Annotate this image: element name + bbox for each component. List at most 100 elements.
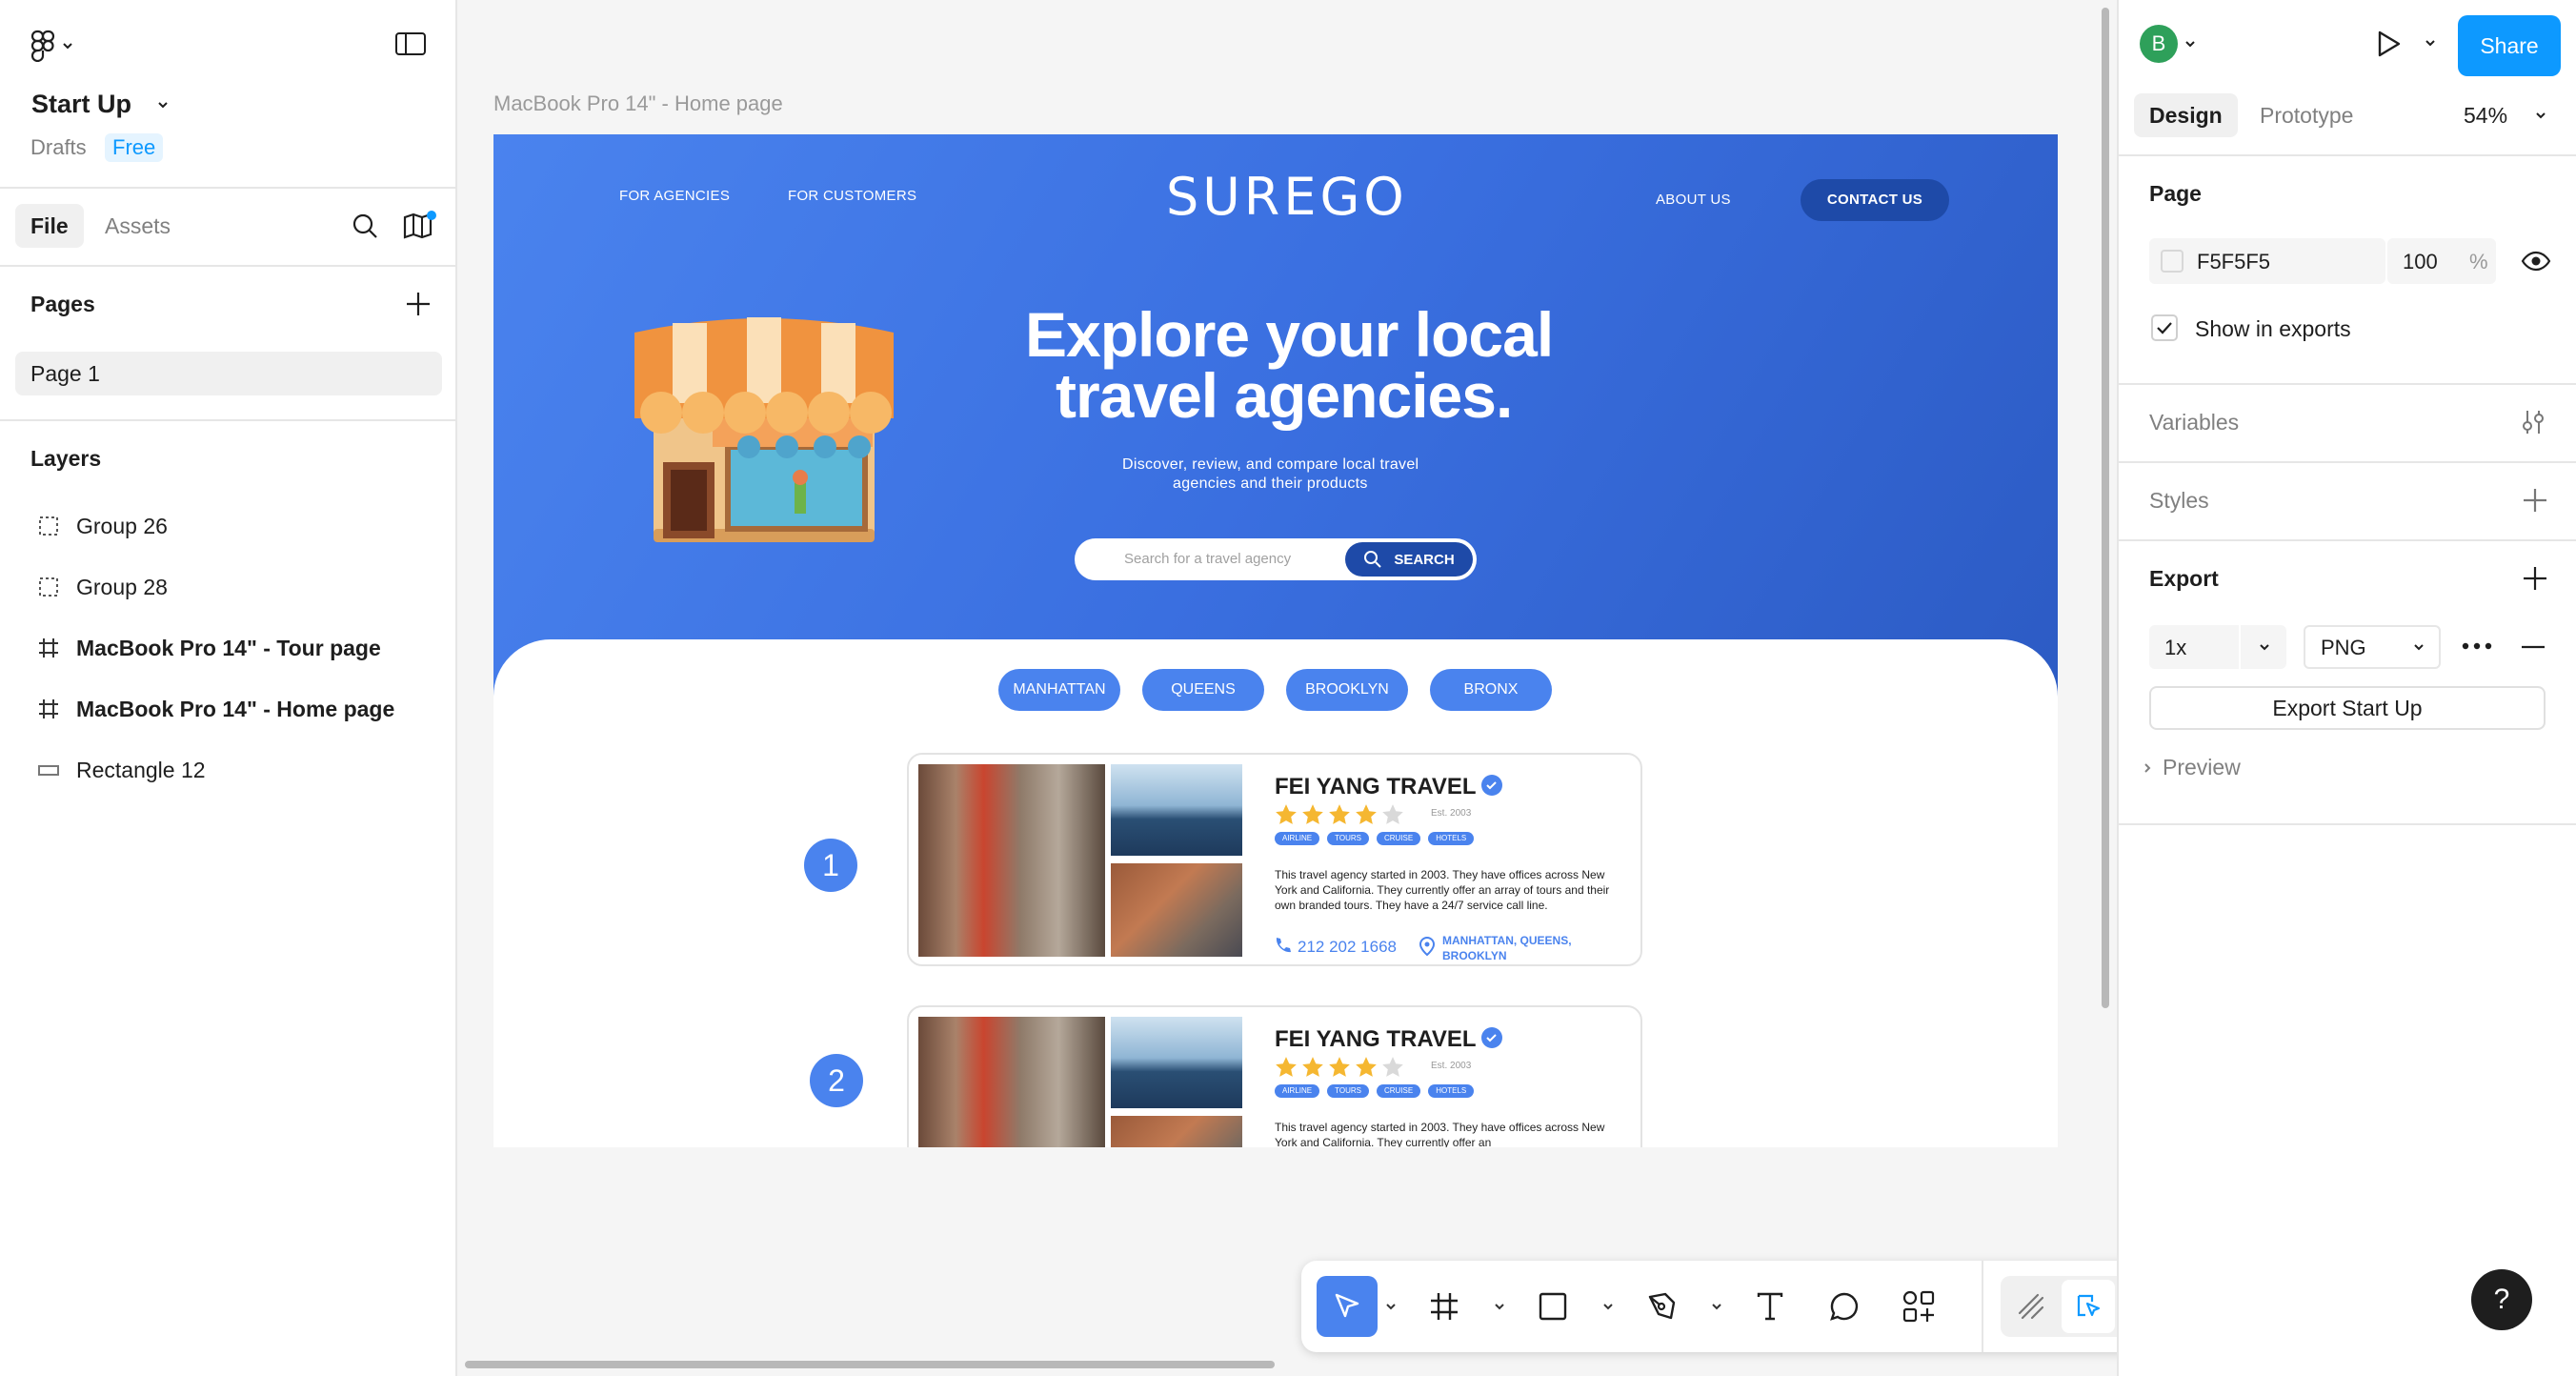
frame-tool[interactable] [1414, 1276, 1475, 1337]
avatar-button[interactable]: B [2140, 25, 2197, 63]
borough-brooklyn[interactable]: BROOKLYN [1286, 669, 1408, 711]
nav-for-agencies[interactable]: FOR AGENCIES [619, 188, 730, 204]
design-mode[interactable] [2062, 1280, 2115, 1333]
home-page-frame[interactable]: FOR AGENCIES FOR CUSTOMERS SUREGO ABOUT … [493, 134, 2058, 1147]
frame-tool-dropdown[interactable] [1490, 1276, 1509, 1337]
search-button[interactable]: SEARCH [1345, 542, 1473, 577]
pen-tool-dropdown[interactable] [1707, 1276, 1726, 1337]
export-format-select[interactable]: PNG [2304, 625, 2441, 669]
hero-headline-line-2: travel agencies. [1056, 360, 1513, 431]
chevron-down-icon [1495, 1304, 1504, 1310]
frame-label[interactable]: MacBook Pro 14" - Home page [493, 91, 783, 116]
search-input[interactable]: Search for a travel agency [1124, 551, 1291, 567]
shape-tool[interactable] [1522, 1276, 1583, 1337]
present-button[interactable] [2372, 29, 2403, 59]
comment-tool[interactable] [1814, 1276, 1875, 1337]
cruise-photo [1111, 1017, 1242, 1108]
cursor-arrow-icon [1335, 1293, 1359, 1318]
comment-icon [1830, 1292, 1859, 1321]
avatar: B [2140, 25, 2178, 63]
location-pin-icon [1419, 936, 1436, 957]
show-in-exports-checkbox[interactable] [2151, 314, 2178, 341]
library-icon[interactable] [402, 210, 436, 240]
page-item[interactable]: Page 1 [15, 352, 442, 395]
zoom-control[interactable]: 54% [2464, 93, 2547, 137]
layer-row[interactable]: Group 26 [0, 496, 455, 556]
file-name-button[interactable]: Start Up [31, 90, 170, 119]
minus-icon [2522, 645, 2545, 649]
scribble-icon [2018, 1293, 2044, 1320]
borough-queens[interactable]: QUEENS [1142, 669, 1264, 711]
text-tool[interactable] [1740, 1276, 1801, 1337]
agency-phone[interactable]: 212 202 1668 [1298, 938, 1397, 957]
draw-mode[interactable] [2004, 1280, 2058, 1333]
tab-assets[interactable]: Assets [105, 204, 171, 248]
plus-icon [2524, 567, 2546, 590]
add-export-button[interactable] [2521, 564, 2549, 593]
right-panel: B Share Design Prototype 54% Page F5F5F5… [2117, 0, 2576, 1376]
page-color-value[interactable]: F5F5F5 [2197, 250, 2270, 274]
visibility-toggle[interactable] [2521, 246, 2551, 276]
sidebar-toggle-icon[interactable] [394, 30, 427, 57]
export-scale-select[interactable]: 1x [2149, 625, 2286, 669]
borough-manhattan[interactable]: MANHATTAN [998, 669, 1120, 711]
agency-card[interactable]: FEI YANG TRAVEL Est. 2003 AIRLINE TOURS … [907, 1005, 1642, 1147]
export-scale-value: 1x [2164, 636, 2187, 659]
plan-badge[interactable]: Free [105, 133, 164, 162]
tag-cruise: CRUISE [1376, 1084, 1421, 1098]
variables-settings-button[interactable] [2519, 408, 2547, 436]
shape-tool-dropdown[interactable] [1599, 1276, 1618, 1337]
pen-tool[interactable] [1631, 1276, 1692, 1337]
canvas[interactable]: MacBook Pro 14" - Home page FOR AGENCIES… [457, 0, 2117, 1376]
star-icon [1276, 1057, 1297, 1077]
share-button[interactable]: Share [2458, 15, 2561, 76]
nav-about-us[interactable]: ABOUT US [1656, 192, 1731, 208]
color-swatch[interactable] [2161, 250, 2184, 273]
vertical-scrollbar[interactable] [2102, 8, 2109, 1008]
layer-row[interactable]: MacBook Pro 14" - Tour page [0, 617, 455, 678]
agency-description: This travel agency started in 2003. They… [1275, 868, 1610, 912]
page-color-field[interactable]: F5F5F5 [2149, 238, 2385, 284]
layer-row[interactable]: Rectangle 12 [0, 739, 455, 800]
store-illustration [634, 314, 894, 548]
export-button[interactable]: Export Start Up [2149, 686, 2546, 730]
tab-prototype[interactable]: Prototype [2260, 93, 2353, 137]
figma-menu-button[interactable] [30, 29, 88, 63]
tab-file[interactable]: File [15, 204, 84, 248]
cruise-photo [1111, 764, 1242, 856]
variables-heading: Variables [2149, 410, 2240, 435]
horizontal-scrollbar[interactable] [465, 1361, 1275, 1368]
layer-row[interactable]: MacBook Pro 14" - Home page [0, 678, 455, 739]
nav-contact-button[interactable]: CONTACT US [1801, 179, 1949, 221]
add-style-button[interactable] [2521, 486, 2549, 515]
styles-heading: Styles [2149, 488, 2209, 513]
agency-locations-line-2: BROOKLYN [1442, 949, 1507, 962]
star-icon [1302, 804, 1323, 824]
add-page-button[interactable] [404, 290, 433, 318]
agency-card[interactable]: FEI YANG TRAVEL Est. 2003 AIRLINE TOURS … [907, 753, 1642, 966]
page-opacity-field[interactable]: 100 % [2387, 238, 2496, 284]
present-dropdown[interactable] [2424, 38, 2437, 48]
star-icon [1356, 1057, 1377, 1077]
search-icon[interactable] [351, 212, 379, 240]
street-photo-2 [1111, 1116, 1242, 1147]
actions-tool[interactable] [1888, 1276, 1949, 1337]
star-rating [1273, 1055, 1406, 1080]
move-tool[interactable] [1317, 1276, 1378, 1337]
tab-design[interactable]: Design [2134, 93, 2238, 137]
nav-for-customers[interactable]: FOR CUSTOMERS [788, 188, 916, 204]
borough-bronx[interactable]: BRONX [1430, 669, 1552, 711]
help-button[interactable]: ? [2471, 1269, 2532, 1330]
preview-toggle[interactable]: Preview [2142, 755, 2241, 780]
move-tool-dropdown[interactable] [1381, 1276, 1400, 1337]
layer-row[interactable]: Group 28 [0, 556, 455, 617]
page-opacity-value[interactable]: 100 [2403, 250, 2438, 274]
remove-export-button[interactable] [2519, 644, 2547, 650]
established-label: Est. 2003 [1431, 808, 1472, 819]
export-options-button[interactable] [2460, 637, 2494, 656]
drafts-link[interactable]: Drafts [30, 135, 87, 160]
play-icon [2378, 30, 2401, 57]
search-bar[interactable]: Search for a travel agency SEARCH [1075, 538, 1477, 580]
star-icon [1356, 804, 1377, 824]
layer-name: MacBook Pro 14" - Home page [76, 696, 395, 721]
